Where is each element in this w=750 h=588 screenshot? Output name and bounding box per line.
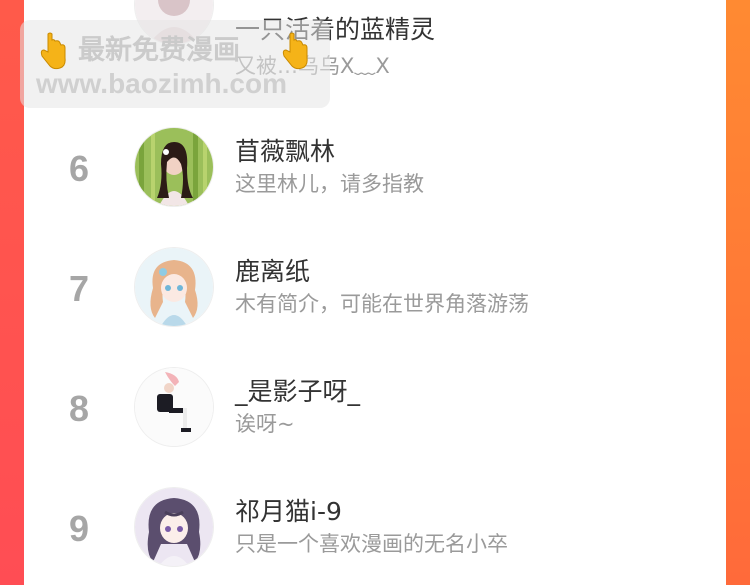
watermark: 最新免费漫画 www.baozimh.com xyxy=(20,20,330,108)
list-item[interactable]: 7 鹿离纸 木有简介，可能在世界角落游荡 xyxy=(24,228,726,348)
girl-bamboo-avatar-icon[interactable] xyxy=(135,128,213,206)
rank-number: 7 xyxy=(68,268,90,309)
username[interactable]: 苜薇飘林 xyxy=(235,132,335,168)
list-item[interactable]: 9 祁月猫i-9 只是一个喜欢漫画的无名小卒 xyxy=(24,468,726,588)
user-bio: 诶呀~ xyxy=(235,412,295,436)
user-bio: 木有简介，可能在世界角落游荡 xyxy=(235,292,529,316)
sitting-figure-avatar-icon[interactable] xyxy=(135,368,213,446)
right-gradient-edge xyxy=(726,0,750,585)
pointing-down-hand-icon xyxy=(282,32,308,70)
rank-number: 6 xyxy=(68,148,90,189)
pointing-down-hand-icon xyxy=(40,32,66,70)
anime-girl-avatar-icon[interactable] xyxy=(135,248,213,326)
username[interactable]: _是影子呀_ xyxy=(235,372,360,408)
user-bio: 只是一个喜欢漫画的无名小卒 xyxy=(235,532,508,556)
user-bio: 这里林儿，请多指教 xyxy=(235,172,424,196)
list-item[interactable]: 8 _是影子呀_ 诶呀~ xyxy=(24,348,726,468)
watermark-url: www.baozimh.com xyxy=(36,68,287,99)
username[interactable]: 祁月猫i-9 xyxy=(235,492,342,528)
rank-number: 9 xyxy=(68,508,90,549)
watermark-text: 最新免费漫画 xyxy=(78,35,240,66)
username[interactable]: 鹿离纸 xyxy=(235,252,310,288)
anime-girl-purple-avatar-icon[interactable] xyxy=(135,488,213,566)
list-item[interactable]: 6 苜薇飘林 这里林儿，请多指教 xyxy=(24,108,726,228)
rank-number: 8 xyxy=(68,388,90,429)
